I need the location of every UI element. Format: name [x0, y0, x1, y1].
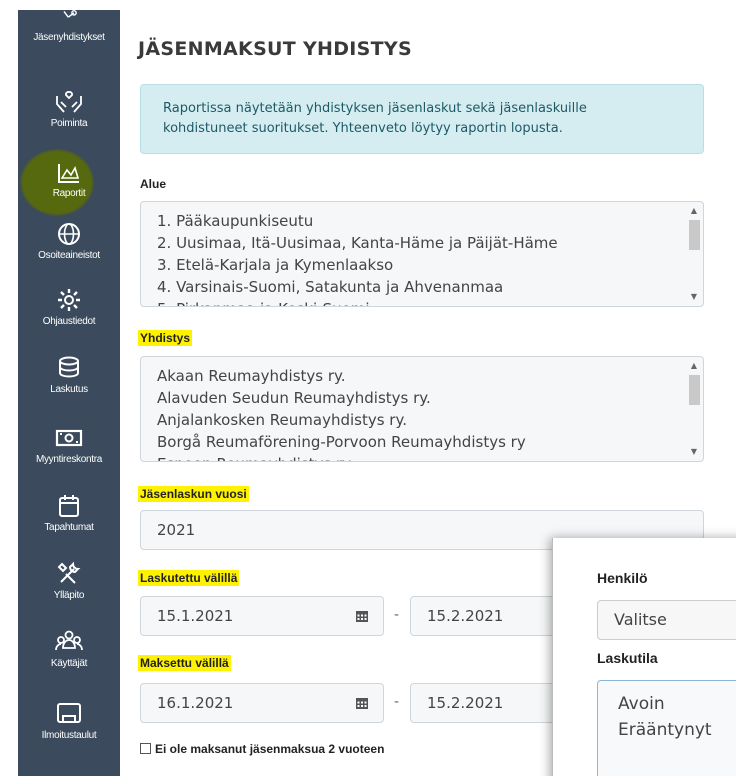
alue-label: Alue — [140, 177, 167, 191]
maksettu-label: Maksettu välillä — [138, 655, 231, 671]
list-option[interactable]: Alavuden Seudun Reumayhdistys ry. — [157, 387, 703, 409]
scrollbar-thumb[interactable] — [689, 375, 700, 405]
two-years-unpaid-checkbox-row[interactable]: Ei ole maksanut jäsenmaksua 2 vuoteen — [140, 742, 384, 756]
sidebar-item-ilmoitustaulut[interactable]: Ilmoitustaulut — [18, 700, 120, 741]
scrollbar-thumb[interactable] — [689, 220, 700, 250]
money-bill-icon — [55, 429, 83, 447]
sidebar-item-tapahtumat[interactable]: Tapahtumat — [18, 492, 120, 533]
calendar-icon — [59, 495, 79, 517]
sidebar-item-laskutus[interactable]: Laskutus — [18, 354, 120, 395]
vuosi-label: Jäsenlaskun vuosi — [138, 486, 249, 502]
scroll-down-icon[interactable]: ▼ — [689, 447, 699, 457]
list-option[interactable]: 5. Pirkanmaa ja Keski-Suomi — [157, 298, 703, 306]
list-option[interactable]: Akaan Reumayhdistys ry. — [157, 365, 703, 387]
henkilo-select[interactable]: Valitse — [597, 600, 736, 640]
page-title: JÄSENMAKSUT YHDISTYS — [138, 38, 412, 60]
date-value: 16.1.2021 — [157, 694, 234, 712]
info-text-line: kohdistuneet suoritukset. Yhteenveto löy… — [163, 121, 563, 136]
filter-overlay-panel: Henkilö Valitse Laskutila Avoin Erääntyn… — [552, 538, 736, 776]
info-text-line: Raportissa näytetään yhdistyksen jäsenla… — [163, 101, 587, 116]
list-option[interactable]: Borgå Reumaförening-Porvoon Reumayhdisty… — [157, 431, 703, 453]
sidebar-item-yllapito[interactable]: Ylläpito — [18, 560, 120, 601]
sidebar: Jäsenyhdistykset Poiminta Raportit Osoit… — [18, 10, 120, 776]
sidebar-item-label: Ilmoitustaulut — [41, 730, 97, 741]
sidebar-item-label: Ylläpito — [53, 590, 85, 601]
laskutila-listbox[interactable]: Avoin Erääntynyt — [597, 680, 736, 776]
sidebar-item-poiminta[interactable]: Poiminta — [18, 88, 120, 129]
date-value: 15.2.2021 — [427, 607, 504, 625]
yhdistys-label: Yhdistys — [138, 330, 193, 346]
laskutettu-label: Laskutettu välillä — [138, 570, 240, 586]
sidebar-item-label: Myyntireskontra — [35, 454, 103, 465]
sidebar-item-myyntireskontra[interactable]: Myyntireskontra — [18, 424, 120, 465]
sidebar-item-label: Osoiteaineistot — [38, 250, 100, 261]
list-option[interactable]: Avoin — [618, 691, 736, 717]
users-icon — [55, 630, 83, 651]
globe-icon — [58, 223, 80, 245]
info-alert: Raportissa näytetään yhdistyksen jäsenla… — [140, 84, 704, 154]
laskutila-label: Laskutila — [597, 650, 658, 666]
sidebar-item-label: Jäsenyhdistykset — [33, 32, 105, 43]
list-option[interactable]: 1. Pääkaupunkiseutu — [157, 210, 703, 232]
list-option[interactable]: 2. Uusimaa, Itä-Uusimaa, Kanta-Häme ja P… — [157, 232, 703, 254]
sidebar-item-raportit[interactable]: Raportit — [18, 158, 120, 199]
list-option[interactable]: 3. Etelä-Karjala ja Kymenlaakso — [157, 254, 703, 276]
gear-icon — [58, 289, 80, 311]
date-value: 15.1.2021 — [157, 607, 234, 625]
board-icon — [57, 703, 81, 723]
scrollbar[interactable]: ▲ ▼ — [687, 359, 701, 459]
henkilo-label: Henkilö — [597, 570, 648, 586]
scroll-down-icon[interactable]: ▼ — [689, 292, 699, 302]
list-option[interactable]: Espoon Reumayhdistys ry. — [157, 453, 703, 461]
range-separator: - — [394, 607, 400, 623]
sidebar-item-label: Tapahtumat — [44, 522, 94, 533]
list-option[interactable]: Erääntynyt — [618, 717, 736, 743]
laskutettu-from-input[interactable]: 15.1.2021 — [140, 596, 384, 636]
range-separator: - — [394, 694, 400, 710]
sidebar-item-label: Raportit — [52, 188, 86, 199]
calendar-icon[interactable] — [355, 696, 369, 710]
checkbox-label: Ei ole maksanut jäsenmaksua 2 vuoteen — [155, 742, 385, 756]
sidebar-item-label: Poiminta — [50, 118, 88, 129]
sidebar-item-jasenyhdistykset[interactable]: Jäsenyhdistykset — [18, 10, 120, 43]
network-icon — [63, 10, 77, 18]
alue-listbox[interactable]: 1. Pääkaupunkiseutu 2. Uusimaa, Itä-Uusi… — [140, 201, 704, 307]
scroll-up-icon[interactable]: ▲ — [689, 361, 699, 371]
tools-icon — [57, 561, 81, 584]
list-option[interactable]: 4. Varsinais-Suomi, Satakunta ja Ahvenan… — [157, 276, 703, 298]
date-value: 15.2.2021 — [427, 694, 504, 712]
coins-icon — [59, 356, 79, 378]
sidebar-item-osoiteaineistot[interactable]: Osoiteaineistot — [18, 220, 120, 261]
sidebar-item-label: Laskutus — [50, 384, 88, 395]
yhdistys-listbox[interactable]: Akaan Reumayhdistys ry. Alavuden Seudun … — [140, 356, 704, 462]
sidebar-item-kayttajat[interactable]: Käyttäjät — [18, 628, 120, 669]
scrollbar[interactable]: ▲ ▼ — [687, 204, 701, 304]
list-option[interactable]: Anjalankosken Reumayhdistys ry. — [157, 409, 703, 431]
calendar-icon[interactable] — [355, 609, 369, 623]
maksettu-from-input[interactable]: 16.1.2021 — [140, 683, 384, 723]
scroll-up-icon[interactable]: ▲ — [689, 206, 699, 216]
hands-heart-icon — [56, 91, 82, 113]
sidebar-item-ohjaustiedot[interactable]: Ohjaustiedot — [18, 286, 120, 327]
sidebar-item-label: Ohjaustiedot — [42, 316, 96, 327]
chart-area-icon — [58, 164, 80, 183]
checkbox[interactable] — [140, 743, 151, 754]
sidebar-item-label: Käyttäjät — [50, 658, 88, 669]
